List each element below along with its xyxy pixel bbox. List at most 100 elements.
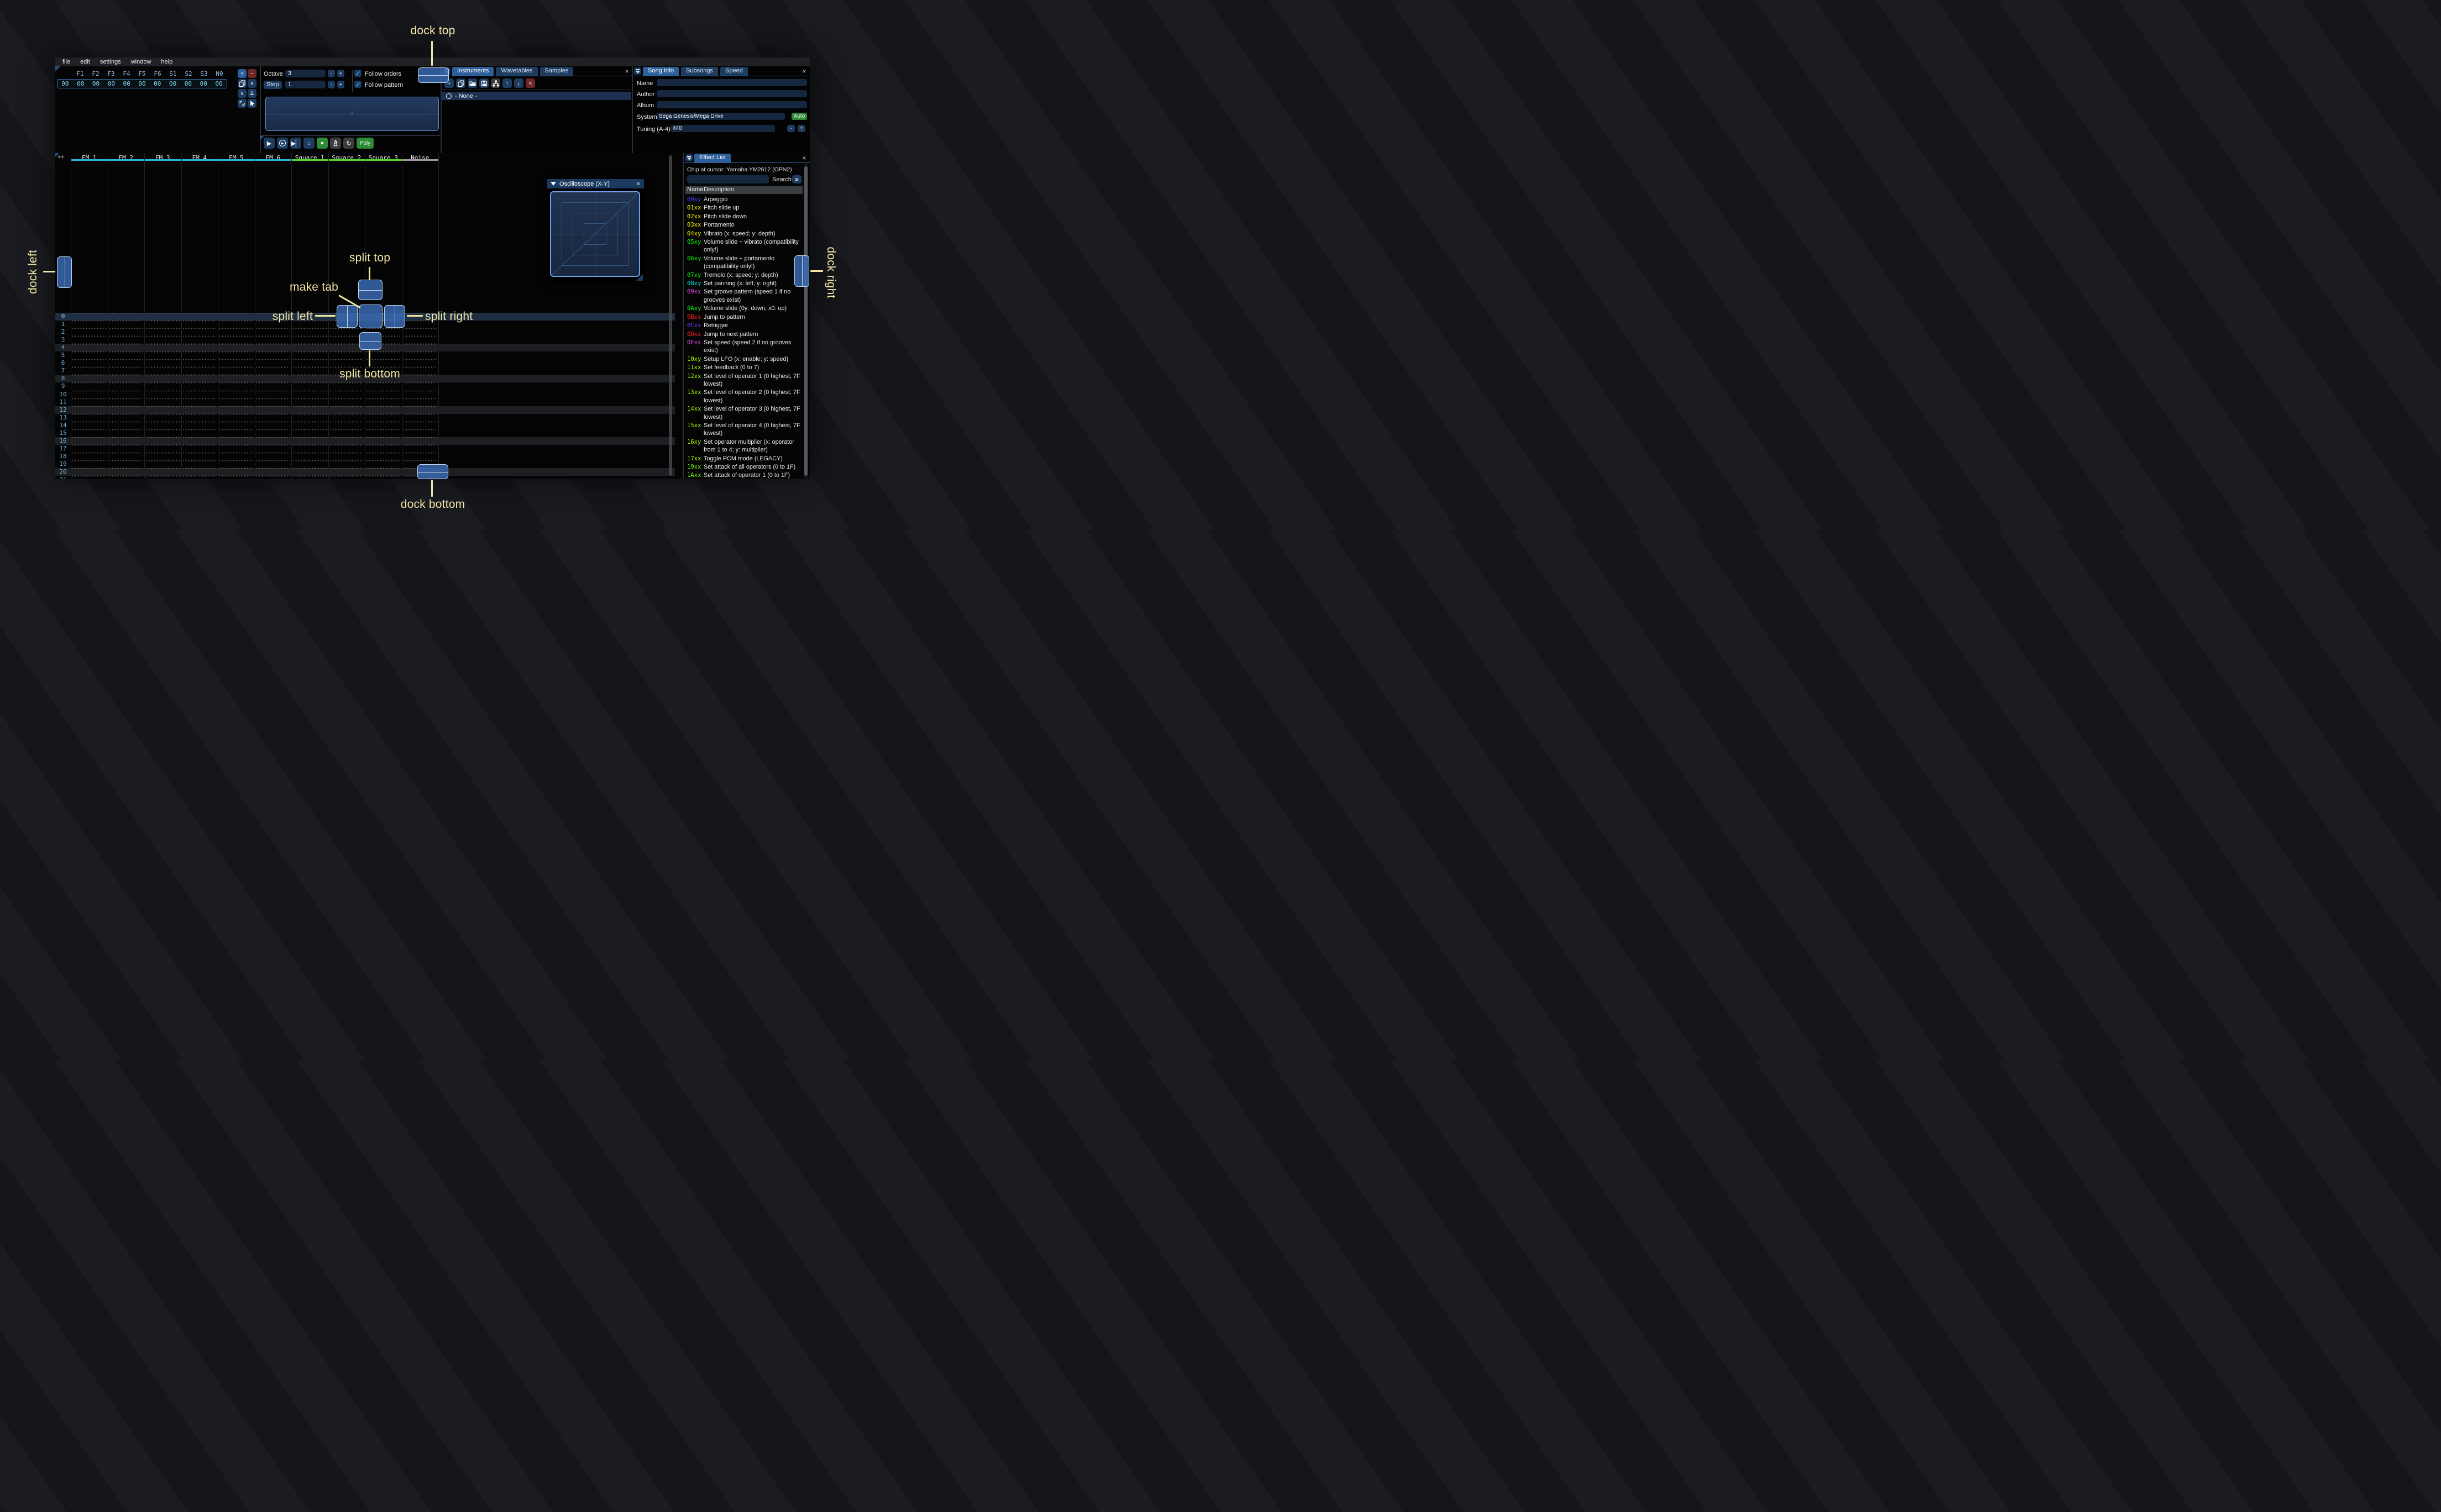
pattern-cell[interactable]	[218, 390, 255, 398]
pattern-cell[interactable]	[218, 344, 255, 352]
pattern-cell[interactable]	[365, 437, 402, 445]
pattern-cell[interactable]	[402, 367, 439, 375]
play-icon[interactable]: ▶	[264, 138, 275, 149]
move-down-icon[interactable]: ↓	[514, 78, 523, 88]
pattern-cell[interactable]	[291, 437, 328, 445]
pattern-cell[interactable]	[218, 437, 255, 445]
order-cell[interactable]: 00	[103, 80, 119, 87]
pattern-cell[interactable]	[402, 406, 439, 414]
step-row-icon[interactable]: ↓	[303, 138, 315, 149]
pattern-cell[interactable]	[402, 398, 439, 406]
pattern-cell[interactable]	[181, 351, 218, 360]
pattern-cell[interactable]	[328, 444, 365, 453]
pattern-cell[interactable]	[218, 406, 255, 414]
pattern-cell[interactable]	[365, 382, 402, 391]
menu-item-settings[interactable]: settings	[100, 59, 121, 65]
move-down-icon[interactable]: ∨	[238, 89, 247, 98]
pattern-cell[interactable]	[108, 444, 145, 453]
effect-row[interactable]: 1Axx Set attack of operator 1 (0 to 1F)	[685, 471, 804, 479]
pattern-cell[interactable]	[71, 390, 108, 398]
pattern-cell[interactable]	[108, 336, 145, 344]
effect-row[interactable]: 11xx Set feedback (0 to 7)	[685, 364, 804, 372]
pattern-cell[interactable]	[71, 460, 108, 468]
pattern-cell[interactable]	[328, 359, 365, 368]
pattern-cell[interactable]	[108, 375, 145, 383]
pattern-cell[interactable]	[218, 452, 255, 460]
pattern-cell[interactable]	[181, 468, 218, 476]
pattern-cell[interactable]	[328, 382, 365, 391]
instrument-list-item[interactable]: - None -	[441, 92, 631, 100]
pattern-cell[interactable]	[255, 460, 292, 468]
pattern-cell[interactable]	[402, 351, 439, 360]
pattern-cell[interactable]	[71, 444, 108, 453]
pattern-cell[interactable]	[181, 359, 218, 368]
pattern-cell[interactable]	[108, 359, 145, 368]
effect-row[interactable]: 0Dxx Jump to next pattern	[685, 330, 804, 339]
pattern-cell[interactable]	[291, 390, 328, 398]
pattern-cell[interactable]	[181, 398, 218, 406]
pattern-cell[interactable]	[181, 460, 218, 468]
pattern-cell[interactable]	[71, 468, 108, 476]
pattern-cell[interactable]	[255, 468, 292, 476]
pattern-cell[interactable]	[291, 421, 328, 429]
effect-scrollbar-thumb[interactable]	[804, 166, 808, 476]
pattern-row[interactable]: 12	[55, 406, 675, 414]
pattern-row[interactable]: 5	[55, 351, 675, 360]
tab-wavetables[interactable]: Wavetables	[496, 67, 538, 76]
effect-list-close-icon[interactable]: ×	[801, 155, 808, 161]
pattern-cell[interactable]	[144, 452, 181, 460]
pattern-cell[interactable]	[108, 460, 145, 468]
pattern-cell[interactable]	[291, 452, 328, 460]
pattern-cell[interactable]	[181, 421, 218, 429]
pattern-cell[interactable]	[144, 359, 181, 368]
effect-row[interactable]: 16xy Set operator multiplier (x: operator…	[685, 438, 804, 455]
pattern-cell[interactable]	[144, 344, 181, 352]
pattern-cell[interactable]	[71, 413, 108, 422]
effect-row[interactable]: 0Bxx Jump to pattern	[685, 313, 804, 322]
effect-row[interactable]: 15xx Set level of operator 4 (0 highest, …	[685, 422, 804, 438]
effect-list-collapse-icon[interactable]	[685, 154, 693, 161]
duplicate-to-end-icon[interactable]: ⇊	[248, 89, 256, 98]
pattern-cell[interactable]	[255, 351, 292, 360]
order-cell[interactable]: 00	[150, 80, 165, 87]
effect-row[interactable]: 19xx Set attack of all operators (0 to 1F…	[685, 463, 804, 471]
pattern-cell[interactable]	[144, 367, 181, 375]
tab-effect-list[interactable]: Effect List	[694, 154, 731, 162]
pattern-cell[interactable]	[255, 344, 292, 352]
pattern-cell[interactable]	[255, 382, 292, 391]
add-icon[interactable]: +	[238, 69, 247, 78]
pattern-cell[interactable]	[108, 421, 145, 429]
pattern-cell[interactable]	[255, 413, 292, 422]
pattern-cell[interactable]	[71, 437, 108, 445]
menu-item-edit[interactable]: edit	[80, 59, 90, 65]
pattern-cell[interactable]	[328, 452, 365, 460]
effect-row[interactable]: 10xy Setup LFO (x: enable; y: speed)	[685, 355, 804, 364]
collapse-icon[interactable]	[551, 182, 556, 186]
step-minus-button[interactable]: -	[328, 81, 335, 88]
pattern-cell[interactable]	[255, 444, 292, 453]
pattern-cell[interactable]	[71, 367, 108, 375]
pattern-cell[interactable]	[144, 382, 181, 391]
pattern-cell[interactable]	[181, 375, 218, 383]
menu-item-file[interactable]: file	[62, 59, 70, 65]
pattern-cell[interactable]	[71, 421, 108, 429]
pattern-cell[interactable]	[255, 406, 292, 414]
pattern-cell[interactable]	[328, 413, 365, 422]
pattern-cell[interactable]	[71, 375, 108, 383]
pattern-cell[interactable]	[144, 476, 181, 479]
split-right-target[interactable]	[384, 305, 405, 328]
pattern-cell[interactable]	[108, 367, 145, 375]
effect-row[interactable]: 05xy Volume slide + vibrato (compatibilit…	[685, 238, 804, 255]
order-cell[interactable]: 00	[73, 80, 88, 87]
pattern-cell[interactable]	[71, 351, 108, 360]
pattern-cell[interactable]	[144, 413, 181, 422]
tab-speed[interactable]: Speed	[720, 67, 748, 76]
effect-row[interactable]: 00xy Arpeggio	[685, 196, 804, 204]
open-icon[interactable]	[468, 78, 477, 88]
pattern-cell[interactable]	[218, 375, 255, 383]
duplicate-icon[interactable]	[456, 78, 465, 88]
pattern-cell[interactable]	[71, 382, 108, 391]
pattern-cell[interactable]	[218, 328, 255, 337]
pattern-cell[interactable]	[291, 468, 328, 476]
song-info-collapse-icon[interactable]	[634, 67, 641, 75]
